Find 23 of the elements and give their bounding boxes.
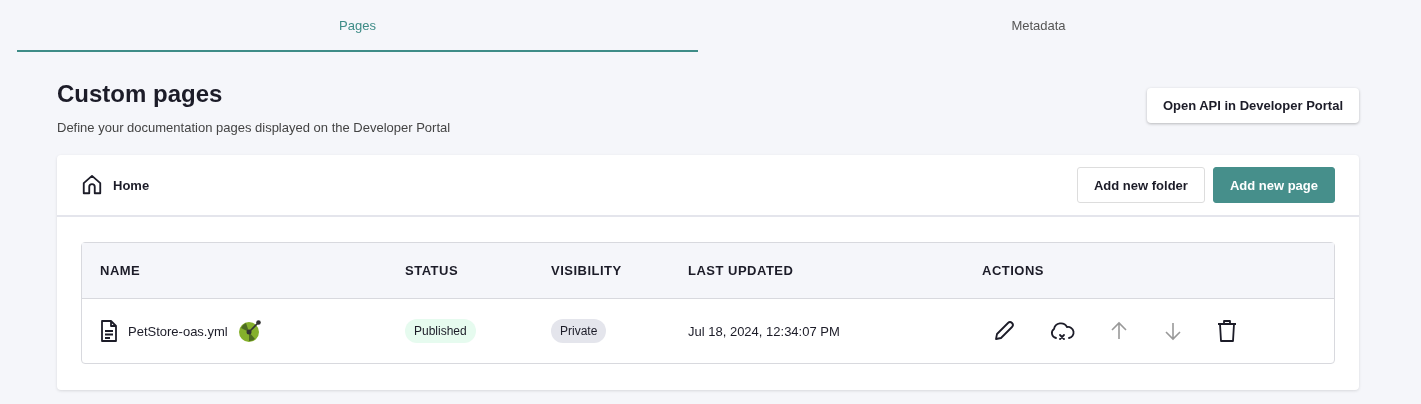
breadcrumb-home[interactable]: Home: [113, 177, 150, 193]
page-title: Custom pages: [57, 80, 224, 108]
column-header: NAME: [99, 263, 142, 278]
api-spec-icon: [237, 319, 262, 343]
file-name[interactable]: PetStore-oas.yml: [128, 323, 228, 339]
tab[interactable]: Pages: [17, 0, 698, 52]
add-folder-button[interactable]: Add new folder: [1077, 167, 1205, 203]
trash-icon[interactable]: [1216, 319, 1238, 343]
edit-icon[interactable]: [992, 319, 1016, 343]
status-badge: Published: [405, 319, 476, 343]
cloud-cross-icon[interactable]: [1048, 319, 1076, 343]
column-header: LAST UPDATED: [688, 263, 795, 278]
page-subtitle: Define your documentation pages displayed on the Developer Portal: [57, 120, 451, 135]
home-icon: [81, 174, 103, 196]
open-portal-button[interactable]: Open API in Developer Portal: [1146, 88, 1359, 123]
column-header: ACTIONS: [982, 263, 1044, 278]
column-header: VISIBILITY: [551, 263, 623, 278]
column-header: STATUS: [405, 263, 460, 278]
table-cell: Jul 18, 2024, 12:34:07 PM: [688, 323, 840, 339]
visibility-badge: Private: [551, 319, 607, 343]
tab[interactable]: Metadata: [698, 0, 1379, 52]
add-page-button[interactable]: Add new page: [1212, 167, 1335, 203]
document-icon: [100, 320, 118, 342]
